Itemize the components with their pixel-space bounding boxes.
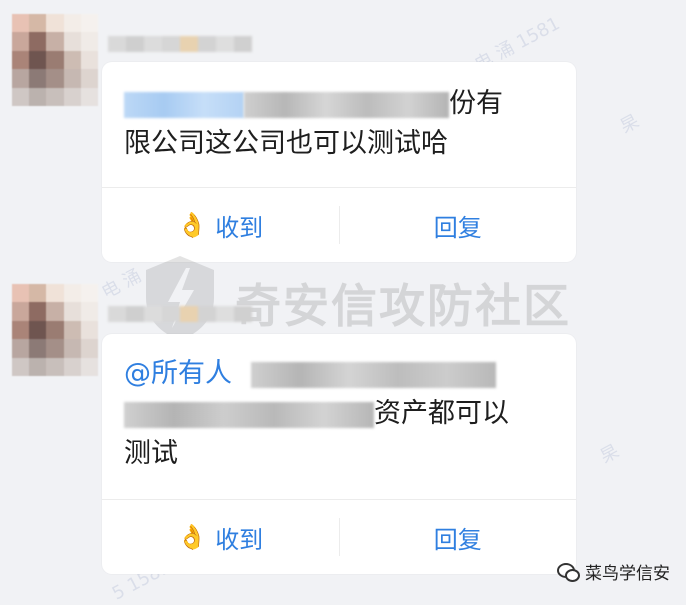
ok-hand-icon: 👌 <box>177 211 208 239</box>
message-visible-suffix: 份有 <box>449 88 503 119</box>
sender-name <box>108 306 252 322</box>
message-visible-suffix: 资产都可以 <box>374 398 509 429</box>
sender-name <box>108 36 252 52</box>
received-button[interactable]: 👌 收到 <box>102 520 339 555</box>
redacted-text <box>244 91 449 118</box>
reply-label: 回复 <box>433 213 482 242</box>
received-label: 收到 <box>215 213 264 242</box>
reply-button[interactable]: 回复 <box>340 520 577 555</box>
mention-all[interactable]: @所有人 <box>124 358 232 389</box>
message-line: 限公司这公司也可以测试哈 <box>124 128 448 159</box>
faint-watermark: 杲 <box>616 110 643 138</box>
message-line: 资产都可以 <box>124 394 554 434</box>
redacted-text <box>124 401 374 428</box>
message-text: 份有 限公司这公司也可以测试哈 <box>124 84 554 164</box>
message-actions: 👌 收到 回复 <box>102 188 576 262</box>
received-label: 收到 <box>215 525 264 554</box>
message-actions: 👌 收到 回复 <box>102 500 576 574</box>
redacted-text <box>250 361 496 388</box>
footer-account: 菜鸟学信安 <box>557 559 670 584</box>
shield-logo-icon <box>146 256 214 340</box>
reply-button[interactable]: 回复 <box>340 208 577 243</box>
watermark: 奇安信攻防社区 <box>140 252 569 342</box>
faint-watermark: 杲 <box>596 440 623 468</box>
message-line: @所有人 <box>124 354 554 394</box>
message-card: @所有人 资产都可以 测试 👌 收到 回复 <box>102 334 576 574</box>
wechat-icon <box>557 562 580 582</box>
message-line: 份有 <box>124 84 554 124</box>
reply-label: 回复 <box>433 525 482 554</box>
ok-hand-icon: 👌 <box>177 523 208 551</box>
watermark-text: 奇安信攻防社区 <box>235 279 571 333</box>
faint-watermark: 电 涌 <box>98 265 145 304</box>
avatar[interactable] <box>12 14 98 106</box>
redacted-mention <box>124 91 244 118</box>
footer-label: 菜鸟学信安 <box>585 564 670 584</box>
message-card: 份有 限公司这公司也可以测试哈 👌 收到 回复 <box>102 62 576 262</box>
received-button[interactable]: 👌 收到 <box>102 208 339 243</box>
message-line: 测试 <box>124 438 178 469</box>
avatar[interactable] <box>12 284 98 376</box>
message-text: @所有人 资产都可以 测试 <box>124 354 554 474</box>
